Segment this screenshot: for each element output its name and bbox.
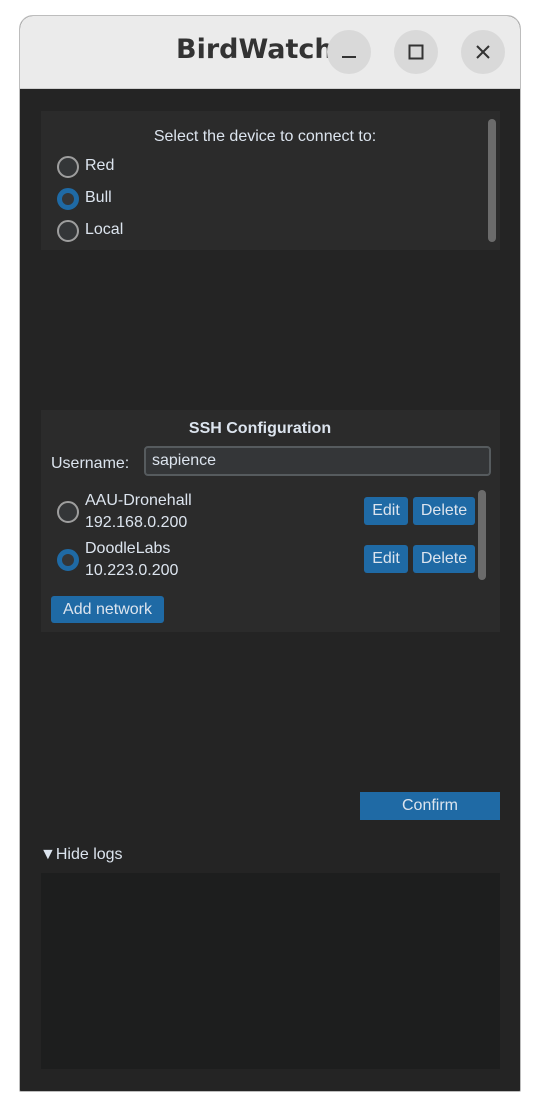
network-radio-aau-dronehall[interactable] <box>57 501 79 523</box>
delete-network-button[interactable]: Delete <box>413 545 475 573</box>
minimize-icon <box>342 56 356 58</box>
network-name-aau-dronehall: AAU-Dronehall <box>85 492 192 509</box>
maximize-icon <box>408 44 424 60</box>
edit-network-button[interactable]: Edit <box>364 497 408 525</box>
main-content: Select the device to connect to: Red Bul… <box>20 89 520 1091</box>
device-radio-red[interactable] <box>57 156 79 178</box>
edit-network-button[interactable]: Edit <box>364 545 408 573</box>
hide-logs-toggle[interactable]: ▼Hide logs <box>40 846 123 864</box>
username-input[interactable]: sapience <box>144 446 491 476</box>
device-radio-bull[interactable] <box>57 188 79 210</box>
device-label-bull[interactable]: Bull <box>85 189 112 207</box>
network-ip-doodlelabs: 10.223.0.200 <box>85 562 179 579</box>
network-list-scrollbar[interactable] <box>478 490 486 580</box>
log-output-area[interactable] <box>41 873 500 1069</box>
close-button[interactable] <box>461 30 505 74</box>
network-radio-doodlelabs[interactable] <box>57 549 79 571</box>
device-radio-local[interactable] <box>57 220 79 242</box>
device-select-frame: Select the device to connect to: Red Bul… <box>41 111 500 250</box>
minimize-button[interactable] <box>327 30 371 74</box>
delete-network-button[interactable]: Delete <box>413 497 475 525</box>
device-label-red[interactable]: Red <box>85 157 114 175</box>
ssh-config-frame: SSH Configuration Username: sapience AAU… <box>41 410 500 632</box>
device-heading: Select the device to connect to: <box>153 128 377 145</box>
confirm-button[interactable]: Confirm <box>360 792 500 820</box>
app-window: BirdWatch Select the device to connect t… <box>19 15 521 1092</box>
close-icon <box>476 45 490 59</box>
network-ip-aau-dronehall: 192.168.0.200 <box>85 514 188 531</box>
add-network-button[interactable]: Add network <box>51 596 164 623</box>
device-label-local[interactable]: Local <box>85 221 123 239</box>
maximize-button[interactable] <box>394 30 438 74</box>
device-scrollbar[interactable] <box>488 119 496 242</box>
network-name-doodlelabs: DoodleLabs <box>85 540 171 557</box>
title-bar: BirdWatch <box>20 16 520 89</box>
ssh-heading: SSH Configuration <box>188 420 332 437</box>
username-label: Username: <box>51 455 130 472</box>
window-title: BirdWatch <box>176 34 334 65</box>
